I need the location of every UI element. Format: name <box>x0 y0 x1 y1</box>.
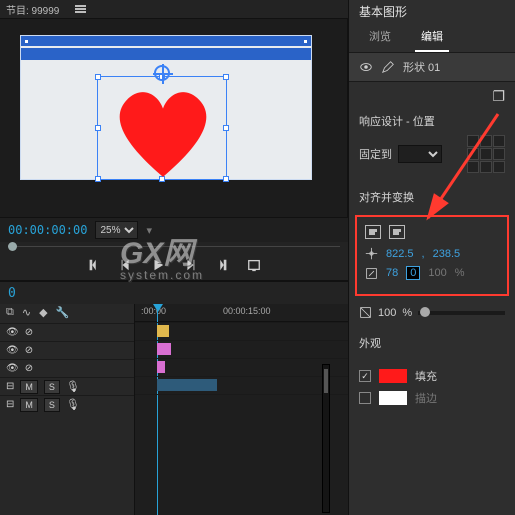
scale-pct: % <box>455 267 465 279</box>
pen-icon[interactable] <box>381 60 395 74</box>
solo-button[interactable]: S <box>44 380 60 394</box>
lock-icon[interactable]: ⊘ <box>25 327 33 338</box>
play-icon[interactable] <box>151 258 165 272</box>
ruler-label: 00:00:15:00 <box>223 306 271 316</box>
align-left-icon[interactable] <box>365 225 381 239</box>
export-frame-icon[interactable] <box>247 258 261 272</box>
program-header: 节目: 99999 <box>0 0 348 18</box>
canvas[interactable] <box>20 35 312 180</box>
mute-button[interactable]: M <box>20 380 38 394</box>
video-clip[interactable] <box>157 325 169 337</box>
stroke-swatch[interactable] <box>379 391 407 405</box>
eye-icon[interactable] <box>359 60 373 74</box>
anchor-point-icon[interactable] <box>154 65 170 81</box>
timecode[interactable]: 00:00:00:00 <box>8 223 87 237</box>
track-row[interactable]: ⊟ M S 🎙 <box>0 395 134 413</box>
responsive-title: 响应设计 - 位置 <box>359 113 505 129</box>
pos-y[interactable]: 238.5 <box>433 248 461 260</box>
layer-item[interactable]: 形状 01 <box>349 52 515 82</box>
stroke-label: 描边 <box>415 390 437 406</box>
layer-name: 形状 01 <box>403 59 440 75</box>
highlight-box: 822.5 , 238.5 78 0 100 % <box>355 215 509 296</box>
fill-label: 填充 <box>415 368 437 384</box>
mute-button[interactable]: M <box>20 398 38 412</box>
step-back-icon[interactable] <box>119 258 133 272</box>
eye-icon[interactable]: 👁 <box>6 363 19 374</box>
pos-x[interactable]: 822.5 <box>386 248 414 260</box>
lock-icon[interactable]: ⊘ <box>25 363 33 374</box>
step-fwd-icon[interactable] <box>183 258 197 272</box>
chevron-down-icon[interactable]: ▾ <box>146 224 152 237</box>
group-icon[interactable]: ❐ <box>492 88 505 105</box>
track-row[interactable]: 👁⊘ <box>0 359 134 377</box>
track-row[interactable]: ⊟ M S 🎙 <box>0 377 134 395</box>
eye-icon[interactable]: 👁 <box>6 327 19 338</box>
link-icon[interactable]: ∿ <box>22 306 31 319</box>
opacity-slider[interactable] <box>418 311 505 315</box>
panel-title: 基本图形 <box>349 0 515 22</box>
track-row[interactable]: 👁⊘ <box>0 323 134 341</box>
video-clip[interactable] <box>157 361 165 373</box>
mic-icon[interactable]: 🎙 <box>66 380 80 393</box>
mark-in-icon[interactable] <box>87 258 101 272</box>
selection-bbox[interactable] <box>97 76 227 180</box>
opacity-value[interactable]: 100 <box>378 307 396 319</box>
mute-icon[interactable]: ⊟ <box>6 399 14 410</box>
eye-icon[interactable]: 👁 <box>6 345 19 356</box>
opacity-icon[interactable] <box>359 306 372 319</box>
tab-edit[interactable]: 编辑 <box>415 26 449 52</box>
menu-icon[interactable] <box>75 4 86 14</box>
tab-browse[interactable]: 浏览 <box>363 26 397 52</box>
opacity-pct: % <box>402 307 412 319</box>
timeline-tools: ⧉ ∿ ◆ 🔧 <box>0 306 134 323</box>
scrub-bar[interactable] <box>8 246 340 247</box>
project-label: 节目: 99999 <box>6 2 59 17</box>
fill-checkbox[interactable] <box>359 370 371 382</box>
align-center-icon[interactable] <box>389 225 405 239</box>
position-icon[interactable] <box>365 247 378 260</box>
align-title: 对齐并变换 <box>359 189 505 205</box>
transport-controls <box>0 250 348 280</box>
heart-shape[interactable] <box>108 83 218 179</box>
scale-b[interactable]: 0 <box>406 266 420 280</box>
track-row[interactable]: 👁⊘ <box>0 341 134 359</box>
pos-sep: , <box>422 248 425 260</box>
lock-icon[interactable]: ⊘ <box>25 345 33 356</box>
snap-icon[interactable]: ⧉ <box>6 306 14 319</box>
mic-icon[interactable]: 🎙 <box>66 398 80 411</box>
audio-meter <box>322 364 330 513</box>
scale-a[interactable]: 78 <box>386 267 398 279</box>
marker-icon[interactable]: ◆ <box>39 306 47 319</box>
wrench-icon[interactable]: 🔧 <box>56 306 70 319</box>
timeline-panel: 0 ⧉ ∿ ◆ 🔧 👁⊘ 👁⊘ 👁⊘ ⊟ M S <box>0 281 348 515</box>
pin-grid[interactable] <box>467 135 505 173</box>
mark-out-icon[interactable] <box>215 258 229 272</box>
fill-swatch[interactable] <box>379 369 407 383</box>
scale-icon[interactable] <box>365 267 378 280</box>
program-monitor <box>0 18 348 218</box>
mute-icon[interactable]: ⊟ <box>6 381 14 392</box>
video-clip[interactable] <box>157 343 171 355</box>
timeline-timecode[interactable]: 0 <box>8 286 16 301</box>
time-ruler[interactable]: :00:00 00:00:15:00 <box>135 304 348 322</box>
scale-100: 100 <box>428 267 446 279</box>
audio-clip[interactable] <box>157 379 217 391</box>
pin-label: 固定到 <box>359 146 392 162</box>
stroke-checkbox[interactable] <box>359 392 371 404</box>
zoom-select[interactable]: 25% <box>95 221 138 239</box>
solo-button[interactable]: S <box>44 398 60 412</box>
pin-select[interactable] <box>398 145 442 163</box>
appearance-title: 外观 <box>359 335 505 351</box>
